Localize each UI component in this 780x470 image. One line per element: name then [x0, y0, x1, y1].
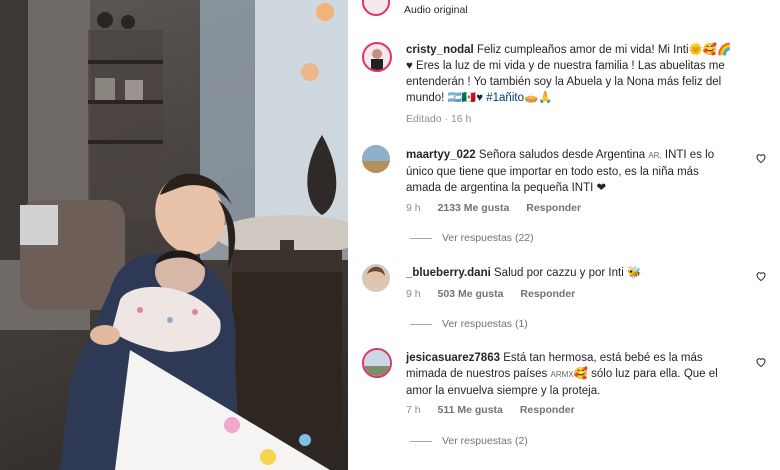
view-replies[interactable]: Ver respuestas (22) — [410, 232, 534, 244]
avatar-photo-icon — [364, 350, 390, 376]
post-username[interactable]: cristy_nodal — [406, 44, 474, 56]
view-replies-label[interactable]: Ver respuestas (2) — [442, 435, 528, 447]
reply-button[interactable]: Responder — [520, 288, 575, 300]
avatar-photo-icon — [367, 266, 385, 283]
like-heart-icon[interactable] — [755, 356, 767, 368]
view-replies[interactable]: Ver respuestas (2) — [410, 435, 528, 447]
comment-line: 🥰 sólo luz para ella. Que el — [573, 368, 718, 380]
replies-divider — [410, 237, 432, 239]
caption-line-1: Feliz cumpleaños amor de mi vida! Mi Int… — [476, 44, 732, 56]
photo-illustration — [0, 0, 348, 470]
audio-avatar[interactable] — [362, 0, 390, 16]
post-photo — [0, 0, 348, 470]
comment-username[interactable]: maartyy_022 — [406, 149, 476, 161]
replies-divider — [410, 440, 432, 442]
comment-avatar[interactable] — [362, 264, 390, 292]
caption-line-4: mundo! 🇦🇷🇲🇽♥ — [406, 92, 484, 104]
comment-time: 9 h — [406, 202, 421, 214]
comment-likes[interactable]: 2133 Me gusta — [438, 202, 510, 214]
replies-divider — [410, 323, 432, 325]
like-heart-icon[interactable] — [755, 152, 767, 164]
comment-line: Salud por cazzu y por Inti 🐝 — [494, 267, 642, 279]
comment-text: _blueberry.dani Salud por cazzu y por In… — [406, 265, 751, 281]
flag-label: AR, — [648, 151, 662, 160]
avatar-photo-icon — [362, 145, 390, 173]
avatar-photo-icon — [371, 49, 383, 70]
view-replies-label[interactable]: Ver respuestas (1) — [442, 318, 528, 330]
comment-text: maartyy_022 Señora saludos desde Argenti… — [406, 147, 751, 196]
comment-likes[interactable]: 511 Me gusta — [438, 404, 503, 416]
post-caption: cristy_nodal Feliz cumpleaños amor de mi… — [406, 42, 766, 106]
comment-likes[interactable]: 503 Me gusta — [438, 288, 504, 300]
comment-line: amor la envuelva siempre y la proteja. — [406, 385, 601, 397]
comment-username[interactable]: _blueberry.dani — [406, 267, 491, 279]
reply-button[interactable]: Responder — [520, 404, 575, 416]
comment-avatar[interactable] — [362, 145, 390, 173]
comment-meta: 9 h 503 Me gusta Responder — [406, 288, 589, 300]
caption-line-2: ♥ Eres la luz de mi vida y de nuestra fa… — [406, 60, 725, 72]
caption-line-3: entenderán ! Yo también soy la Abuela y … — [406, 76, 722, 88]
view-replies[interactable]: Ver respuestas (1) — [410, 318, 528, 330]
comment-avatar[interactable] — [362, 348, 392, 378]
view-replies-label[interactable]: Ver respuestas (22) — [442, 232, 534, 244]
comment-time: 9 h — [406, 288, 421, 300]
comment-line: Señora saludos desde Argentina — [478, 149, 646, 161]
comment-time: 7 h — [406, 404, 421, 416]
hashtag-link[interactable]: #1añito — [486, 92, 524, 104]
post-edited: Editado · 16 h — [406, 113, 472, 125]
comment-line: Está tan hermosa, está bebé es la más — [503, 352, 703, 364]
comment-meta: 9 h 2133 Me gusta Responder — [406, 202, 595, 214]
like-heart-icon[interactable] — [755, 270, 767, 282]
comment-line: amada de argentina la pequeña INTI ❤ — [406, 182, 607, 194]
comment-text: jesicasuarez7863 Está tan hermosa, está … — [406, 350, 751, 399]
post-author-avatar[interactable] — [362, 42, 392, 72]
audio-label[interactable]: Audio original — [404, 2, 468, 18]
comment-line: único que tiene que importar en todo est… — [406, 166, 699, 178]
reply-button[interactable]: Responder — [526, 202, 581, 214]
comments-panel: Audio original cristy_nodal Feliz cumple… — [348, 0, 780, 470]
comment-line: mimada de nuestros países — [406, 368, 548, 380]
comment-username[interactable]: jesicasuarez7863 — [406, 352, 500, 364]
comment-line: INTI es lo — [664, 149, 715, 161]
flag-label: ARMX — [550, 370, 574, 379]
comment-meta: 7 h 511 Me gusta Responder — [406, 404, 589, 416]
hashtag-emoji: 🥧🙏 — [523, 92, 553, 104]
